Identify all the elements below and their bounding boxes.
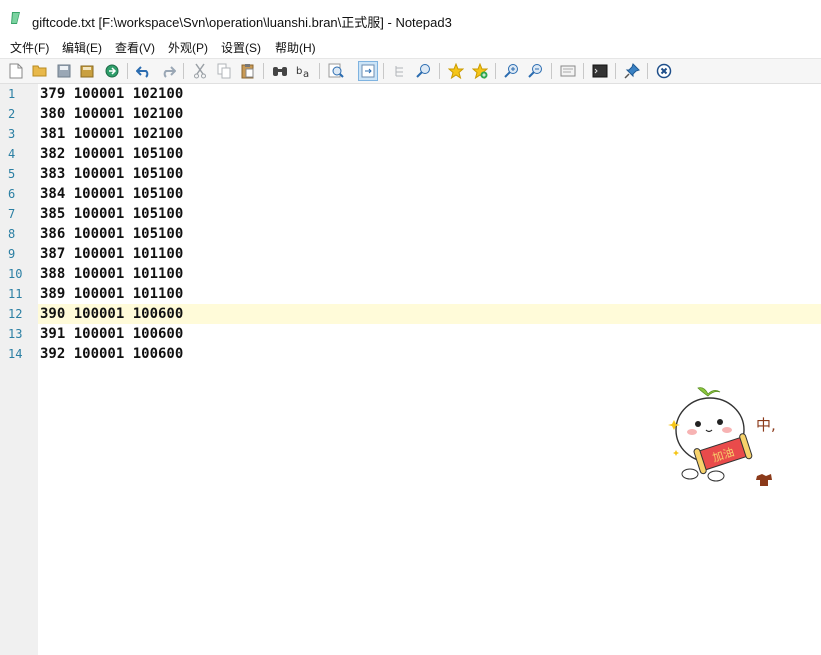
text-line[interactable]: 385 100001 105100 xyxy=(38,204,821,224)
line-number[interactable]: 4 xyxy=(0,144,30,164)
toolbar-separator xyxy=(439,63,440,79)
line-number[interactable]: 12 xyxy=(0,304,30,324)
text-line[interactable]: 392 100001 100600 xyxy=(38,344,821,364)
add-favorite-icon[interactable] xyxy=(446,61,466,81)
text-line[interactable]: 384 100001 105100 xyxy=(38,184,821,204)
toolbar-separator xyxy=(615,63,616,79)
text-line[interactable]: 386 100001 105100 xyxy=(38,224,821,244)
menu-bar: 文件(F) 编辑(E) 查看(V) 外观(P) 设置(S) 帮助(H) xyxy=(0,36,821,58)
menu-edit[interactable]: 编辑(E) xyxy=(62,39,102,56)
text-line[interactable]: 380 100001 102100 xyxy=(38,104,821,124)
line-number[interactable]: 14 xyxy=(0,344,30,364)
console-icon[interactable] xyxy=(590,61,610,81)
line-number[interactable]: 10 xyxy=(0,264,30,284)
toolbar-separator xyxy=(495,63,496,79)
line-number[interactable]: 7 xyxy=(0,204,30,224)
line-number[interactable]: 13 xyxy=(0,324,30,344)
redo-icon[interactable] xyxy=(158,61,178,81)
replace-icon[interactable]: ba xyxy=(294,61,314,81)
notepad3-icon xyxy=(11,12,20,24)
copy-icon[interactable] xyxy=(214,61,234,81)
text-line[interactable]: 391 100001 100600 xyxy=(38,324,821,344)
menu-view[interactable]: 查看(V) xyxy=(115,39,155,56)
toolbar-separator xyxy=(583,63,584,79)
sticker-side-text: 中, xyxy=(756,416,776,434)
find-in-files-icon[interactable] xyxy=(414,61,434,81)
close-icon[interactable] xyxy=(654,61,674,81)
zoom-out-icon[interactable] xyxy=(526,61,546,81)
pin-icon[interactable] xyxy=(622,61,642,81)
toggle-fold-icon[interactable] xyxy=(390,61,410,81)
line-number[interactable]: 1 xyxy=(0,84,30,104)
text-line[interactable]: 382 100001 105100 xyxy=(38,144,821,164)
scheme-icon[interactable] xyxy=(558,61,578,81)
zoom-in-icon[interactable] xyxy=(502,61,522,81)
paste-icon[interactable] xyxy=(238,61,258,81)
window-title: giftcode.txt [F:\workspace\Svn\operation… xyxy=(32,15,452,30)
toolbar-separator xyxy=(647,63,648,79)
menu-file[interactable]: 文件(F) xyxy=(10,39,49,56)
svg-text:b: b xyxy=(296,66,302,77)
find-icon[interactable] xyxy=(270,61,290,81)
text-line[interactable]: 383 100001 105100 xyxy=(38,164,821,184)
browse-icon[interactable] xyxy=(102,61,122,81)
text-line[interactable]: 389 100001 101100 xyxy=(38,284,821,304)
line-number[interactable]: 11 xyxy=(0,284,30,304)
text-line[interactable]: 390 100001 100600 xyxy=(38,304,821,324)
toolbar-separator xyxy=(383,63,384,79)
line-number[interactable]: 8 xyxy=(0,224,30,244)
goto-icon[interactable] xyxy=(326,61,346,81)
menu-settings[interactable]: 设置(S) xyxy=(221,39,261,56)
toolbar-separator xyxy=(127,63,128,79)
toolbar-separator xyxy=(551,63,552,79)
svg-text:a: a xyxy=(303,69,309,78)
text-line[interactable]: 381 100001 102100 xyxy=(38,124,821,144)
word-wrap-icon[interactable] xyxy=(358,61,378,81)
undo-icon[interactable] xyxy=(134,61,154,81)
save-icon[interactable] xyxy=(54,61,74,81)
title-bar: giftcode.txt [F:\workspace\Svn\operation… xyxy=(0,0,821,36)
toolbar-separator xyxy=(263,63,264,79)
toolbar: ba xyxy=(0,58,821,84)
toolbar-separator xyxy=(183,63,184,79)
line-number[interactable]: 2 xyxy=(0,104,30,124)
menu-appearance[interactable]: 外观(P) xyxy=(168,39,208,56)
text-line[interactable]: 388 100001 101100 xyxy=(38,264,821,284)
toolbar-separator xyxy=(319,63,320,79)
text-line[interactable]: 387 100001 101100 xyxy=(38,244,821,264)
favorites-icon[interactable] xyxy=(470,61,490,81)
line-number[interactable]: 6 xyxy=(0,184,30,204)
line-number[interactable]: 5 xyxy=(0,164,30,184)
cut-icon[interactable] xyxy=(190,61,210,81)
menu-help[interactable]: 帮助(H) xyxy=(275,39,316,56)
line-number[interactable]: 9 xyxy=(0,244,30,264)
text-line[interactable]: 379 100001 102100 xyxy=(38,84,821,104)
new-file-icon[interactable] xyxy=(6,61,26,81)
open-folder-icon[interactable] xyxy=(30,61,50,81)
save-as-icon[interactable] xyxy=(78,61,98,81)
cute-mascot-sticker: 加油 中, xyxy=(668,387,776,486)
line-number[interactable]: 3 xyxy=(0,124,30,144)
